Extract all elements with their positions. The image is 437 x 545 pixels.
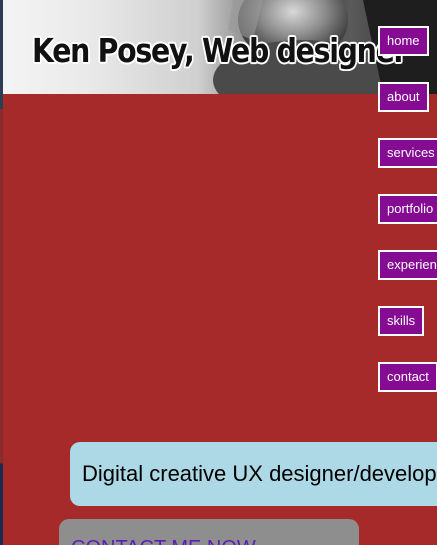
nav-item-portfolio[interactable]: portfolio — [378, 194, 437, 224]
contact-panel: CONTACT ME NOW — [59, 519, 359, 545]
nav-item-services[interactable]: services — [378, 138, 437, 168]
site-title: Ken Posey, Web designer — [32, 31, 408, 70]
nav-item-experience[interactable]: experience — [378, 250, 437, 280]
header-banner: Ken Posey, Web designer — [3, 0, 437, 94]
page: Ken Posey, Web designer home about servi… — [0, 0, 437, 545]
contact-me-link[interactable]: CONTACT ME NOW — [71, 537, 256, 545]
nav-item-about[interactable]: about — [378, 82, 429, 112]
nav-item-contact[interactable]: contact — [378, 362, 437, 392]
nav-item-home[interactable]: home — [378, 26, 429, 56]
intro-banner: Digital creative UX designer/developer — [70, 442, 437, 506]
nav-item-skills[interactable]: skills — [378, 306, 425, 336]
